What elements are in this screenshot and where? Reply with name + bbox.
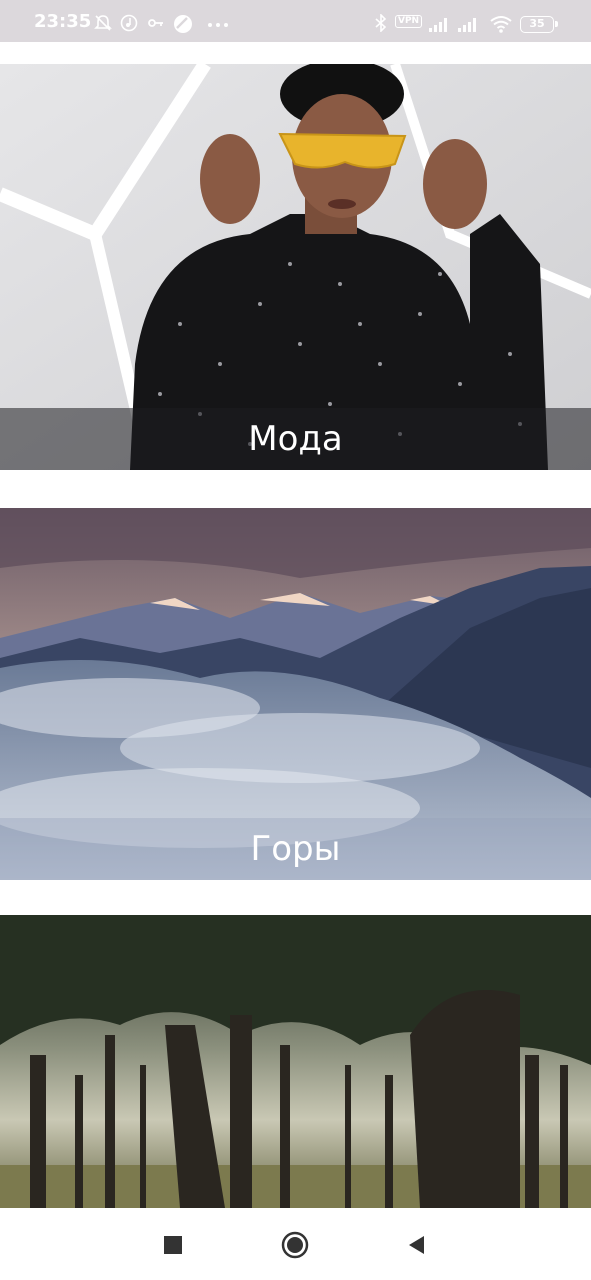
bell-off-icon [94,15,112,31]
recents-square-icon [164,1236,182,1254]
signal-icon [458,18,476,32]
wifi-icon [490,16,512,33]
forest-photo [0,915,591,1208]
app-icon [174,15,192,33]
category-card-fashion[interactable]: Мода [0,64,591,470]
status-time: 23:35 [34,11,92,32]
music-icon [120,14,138,32]
recents-button[interactable] [158,1230,188,1260]
signal-icon [429,18,447,32]
card-label: Горы [250,829,341,869]
vpn-badge: VPN [395,15,423,28]
home-button[interactable] [280,1230,310,1260]
card-label-band: Горы [0,818,591,880]
category-card-mountains[interactable]: Горы [0,508,591,880]
system-nav-bar [0,1208,591,1280]
battery-icon: 35 [520,16,558,33]
home-circle-icon [281,1231,309,1259]
more-icon [208,23,228,27]
category-card-forest[interactable] [0,915,591,1208]
key-icon [148,19,163,27]
bluetooth-icon [375,14,387,32]
back-triangle-icon [409,1236,424,1254]
card-label-band: Мода [0,408,591,470]
back-button[interactable] [402,1230,432,1260]
status-bar: 23:35 VPN 35 [0,0,591,42]
card-label: Мода [248,419,343,459]
